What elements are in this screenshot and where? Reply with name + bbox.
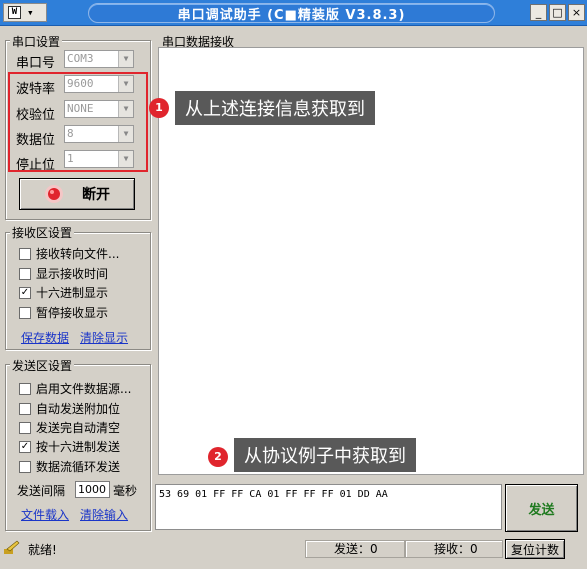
- checkbox[interactable]: [19, 402, 31, 415]
- received-count: 接收：0: [405, 540, 503, 558]
- hex-send-option[interactable]: ✓ 按十六进制发送: [19, 438, 120, 455]
- clear-display-link[interactable]: 清除显示: [80, 329, 128, 346]
- port-select[interactable]: COM3 ▼: [64, 50, 134, 68]
- auto-append-option[interactable]: 自动发送附加位: [19, 400, 120, 417]
- chevron-down-icon: ▾: [27, 6, 34, 19]
- hex-display-option[interactable]: ✓ 十六进制显示: [19, 284, 108, 301]
- send-data-input[interactable]: 53 69 01 FF FF CA 01 FF FF FF 01 DD AA: [155, 484, 502, 530]
- connection-indicator-icon: [45, 185, 63, 203]
- auto-clear-option[interactable]: 发送完自动清空: [19, 419, 120, 436]
- dropdown-arrow-icon: ▼: [118, 51, 133, 67]
- close-button[interactable]: ×: [568, 4, 585, 21]
- sent-count: 发送：0: [305, 540, 405, 558]
- pause-receive-option[interactable]: 暂停接收显示: [19, 304, 108, 321]
- status-text: 就绪!: [28, 543, 57, 557]
- highlight-box: [8, 72, 148, 172]
- maximize-button[interactable]: □: [549, 4, 566, 21]
- receive-to-file-option[interactable]: 接收转向文件...: [19, 245, 119, 262]
- save-data-link[interactable]: 保存数据: [21, 329, 69, 346]
- checkbox[interactable]: [19, 421, 31, 434]
- checkbox[interactable]: [19, 382, 31, 395]
- show-receive-time-option[interactable]: 显示接收时间: [19, 265, 108, 282]
- disconnect-button-label: 断开: [82, 187, 110, 203]
- send-button-label: 发送: [528, 502, 555, 518]
- file-source-option[interactable]: 启用文件数据源...: [19, 380, 131, 397]
- checkbox-checked[interactable]: ✓: [19, 440, 31, 453]
- send-settings-title: 发送区设置: [10, 357, 75, 374]
- send-button[interactable]: 发送: [505, 484, 578, 532]
- status-icon: [3, 540, 31, 558]
- send-interval-input[interactable]: 1000: [75, 481, 110, 498]
- checkbox[interactable]: [19, 267, 31, 280]
- checkbox-checked[interactable]: ✓: [19, 286, 31, 299]
- loop-send-option[interactable]: 数据流循环发送: [19, 458, 120, 475]
- reset-count-button[interactable]: 复位计数: [505, 539, 565, 559]
- minimize-button[interactable]: _: [530, 4, 547, 21]
- checkbox[interactable]: [19, 247, 31, 260]
- port-label: 串口号: [16, 56, 56, 71]
- send-interval-label: 发送间隔: [17, 484, 66, 498]
- app-logo-icon: W: [8, 6, 21, 19]
- pencil-icon: [4, 540, 20, 554]
- load-file-link[interactable]: 文件载入: [21, 506, 69, 523]
- disconnect-button[interactable]: 断开: [19, 178, 135, 210]
- port-settings-title: 串口设置: [10, 33, 63, 50]
- send-interval-unit: 毫秒: [113, 484, 138, 498]
- annotation-callout-1: 从上述连接信息获取到: [175, 91, 375, 125]
- receive-settings-title: 接收区设置: [10, 224, 75, 241]
- annotation-callout-2: 从协议例子中获取到: [234, 438, 416, 472]
- annotation-badge-1: 1: [149, 98, 169, 118]
- system-menu[interactable]: W ▾: [3, 3, 47, 22]
- window-title: 串口调试助手 (C■精装版 V3.8.3): [88, 3, 495, 23]
- clear-input-link[interactable]: 清除输入: [80, 506, 128, 523]
- title-bar: W ▾ 串口调试助手 (C■精装版 V3.8.3) _ □ ×: [0, 0, 587, 26]
- annotation-badge-2: 2: [208, 447, 228, 467]
- checkbox[interactable]: [19, 306, 31, 319]
- checkbox[interactable]: [19, 460, 31, 473]
